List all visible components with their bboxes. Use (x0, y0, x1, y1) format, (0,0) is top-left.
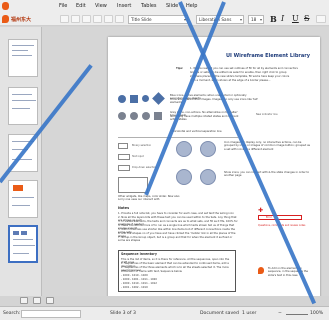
zoom-out-icon[interactable]: − (278, 311, 282, 316)
slide-info: Slide 3 of 3 (110, 311, 136, 316)
slide-canvas[interactable]: UI Wireframe Element Library Tips: 1. Wh… (42, 27, 329, 296)
image-desc-2: Show icons; you can interact with & the … (224, 171, 310, 178)
tips-label: Tips: (176, 67, 184, 70)
checkbox-sample (118, 143, 128, 149)
image-placeholder-icon (200, 169, 216, 185)
sequence-title: Sequence Inventory (121, 252, 157, 256)
open-icon[interactable] (71, 15, 80, 23)
binary-label: Binary selection (132, 144, 152, 147)
delete-icon[interactable] (33, 297, 41, 304)
text-input-label: Text input (132, 155, 144, 158)
brand-name: 福州东大 (11, 16, 32, 23)
image-placeholder-icon (176, 141, 192, 157)
error-input-sample (258, 215, 302, 220)
seq-line-6: - 1000 - 1001 - 1011 - 1020 (121, 278, 157, 281)
image-placeholder-icon (176, 169, 192, 185)
chevron-down-icon: ▾ (239, 17, 242, 22)
italic-button[interactable]: I (281, 14, 284, 24)
menu-help[interactable]: Help (186, 3, 197, 9)
blue-square-shape (130, 95, 138, 103)
menu-tables[interactable]: Tables (141, 3, 157, 9)
more-options-icon[interactable] (316, 15, 326, 23)
new-indicator-label: New indicator line (256, 113, 278, 116)
tips-line-4: 3. In a moment, when shown at the edge o… (190, 79, 271, 82)
menu-slide[interactable]: Slide (166, 3, 178, 9)
image-placeholder-icon (200, 141, 216, 157)
document-status: Document saved (200, 311, 239, 316)
grey-circle-shape (130, 112, 138, 120)
redo-icon[interactable] (104, 15, 113, 23)
tips-line-3: 2. Where placed in the new slide's templ… (190, 75, 290, 78)
slide-thumbnail-1[interactable] (8, 39, 38, 77)
slide-thumbnail-5-selected[interactable] (8, 225, 38, 263)
footer-logo-icon (258, 267, 264, 274)
menu-file[interactable]: File (59, 3, 67, 9)
horizontal-separator (118, 137, 238, 138)
slide-panel (0, 27, 42, 296)
seq-line-8: - 1001 - 1002 - 1010 (121, 286, 148, 289)
slide-thumbnail-2[interactable] (8, 87, 38, 125)
blue-circle-shape (142, 95, 149, 102)
brand: 福州东大 (2, 14, 31, 24)
seq-line-7: - 1000 - 1010 - 1011 - 1012 (121, 282, 157, 285)
seq-line-4: Dimension of frame with text, Sequence b… (121, 270, 182, 273)
sidebar-toggle-icon[interactable] (46, 297, 54, 304)
zoom-slider[interactable] (286, 314, 308, 315)
notes-title: Notes (118, 206, 130, 210)
new-icon[interactable] (60, 15, 69, 23)
chevron-down-icon: ▾ (259, 17, 262, 22)
map-widget-sample (118, 177, 148, 193)
footer-note: To Add on the elements in sequence, in t… (268, 267, 308, 277)
error-label: Error (266, 216, 272, 219)
font-size-select[interactable]: 18 ▾ (248, 15, 264, 24)
underline-button[interactable]: U (292, 14, 299, 24)
seq-line-5: - 1000 - 1010 - 1020 (121, 274, 148, 277)
style-select[interactable]: Title Slide▾ (128, 15, 188, 24)
separator-label: Horizontal and vertical separation line (172, 130, 222, 133)
zoom-level: 100% (310, 311, 324, 316)
new-slide-icon[interactable] (20, 297, 28, 304)
blue-circle-shape (118, 95, 126, 103)
note-line-7: 7. Group-in the Group object, but is a g… (118, 236, 233, 243)
menubar: File Edit View Insert Tables Slide Help (0, 0, 329, 12)
menu-edit[interactable]: Edit (76, 3, 86, 9)
note-line-1: 1. Provide a full note list, you have to… (118, 212, 234, 215)
blue-diamond-shape (152, 92, 165, 105)
strikethrough-button[interactable]: S (304, 14, 309, 24)
grey-circle-shape (142, 112, 150, 120)
error-cross-icon: ✚ (258, 207, 264, 214)
brand-logo-icon (2, 15, 9, 23)
dropdown-sample (118, 165, 130, 171)
search-label: Search: (3, 311, 21, 316)
slide-thumbnail-4[interactable] (8, 180, 38, 218)
text-input-sample (118, 154, 130, 160)
save-icon[interactable] (82, 15, 91, 23)
dropdown-label: Drop-down selection (132, 166, 157, 169)
user-count: 1 user (242, 311, 257, 316)
search-input[interactable] (21, 310, 81, 318)
grey-square-shape (154, 112, 162, 120)
toolbar: 福州东大 Title Slide▾ Liberation Sans▾ 18▾ B… (0, 12, 329, 26)
sequence-inventory-box: Sequence Inventory This is the list of i… (118, 250, 236, 292)
slide-title: UI Wireframe Element Library (226, 53, 310, 59)
grey-circle-shape (118, 112, 126, 120)
bold-button[interactable]: B (270, 14, 277, 24)
paste-icon[interactable] (115, 15, 124, 23)
undo-icon[interactable] (93, 15, 102, 23)
menu-insert[interactable]: Insert (117, 3, 131, 9)
menu-view[interactable]: View (95, 3, 107, 9)
impress-window: File Edit View Insert Tables Slide Help … (0, 0, 329, 320)
app-logo-icon (2, 2, 9, 10)
other-widgets-label: Other widgets, like maps, color slider. … (118, 195, 180, 202)
statusbar: Search: Slide 3 of 3 Document saved 1 us… (0, 306, 329, 320)
image-desc-1: Icon images, for display only, no intera… (224, 141, 311, 151)
